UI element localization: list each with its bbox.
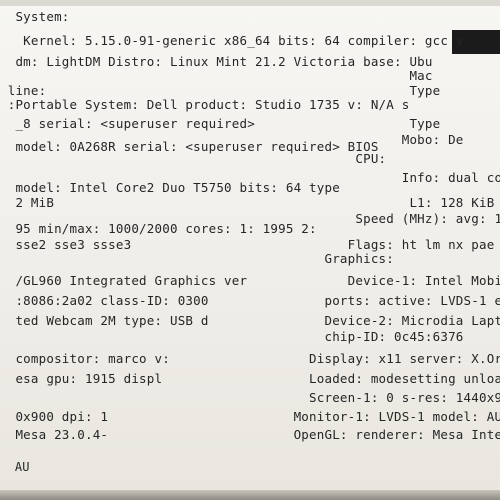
terminal-prompt-line[interactable]: AU xyxy=(0,460,30,474)
terminal-line: :8086:2a02 class-ID: 0300 ports: active:… xyxy=(0,293,500,308)
terminal-line: Mesa 23.0.4- OpenGL: renderer: Mesa Inte… xyxy=(15,427,500,442)
screen-bezel xyxy=(0,490,500,500)
terminal-line: line: Type xyxy=(0,83,441,98)
terminal-line: System: xyxy=(0,9,70,24)
terminal-line: chip-ID: 0c45:6376 xyxy=(0,329,464,344)
terminal-line: model: Intel Core2 Duo T5750 bits: 64 ty… xyxy=(0,180,340,195)
terminal-line: _8 serial: <superuser required> Type xyxy=(0,116,441,131)
terminal-line: ted Webcam 2M type: USB d Device-2: Micr… xyxy=(15,313,500,328)
terminal-line: dm: LightDM Distro: Linux Mint 21.2 Vict… xyxy=(0,54,433,69)
terminal-line: Graphics: xyxy=(0,251,395,266)
terminal-line: Mac xyxy=(0,68,433,83)
terminal-line: compositor: marco v: Display: x11 server… xyxy=(15,351,500,366)
terminal-line: CPU: xyxy=(0,151,387,166)
terminal-window: System: Kernel: 5.15.0-91-generic x86_64… xyxy=(0,0,500,500)
terminal-line: 95 min/max: 1000/2000 cores: 1: 1995 2: xyxy=(0,221,317,236)
terminal-line: :Portable System: Dell product: Studio 1… xyxy=(0,97,410,112)
terminal-line: /GL960 Integrated Graphics ver Device-1:… xyxy=(0,273,500,288)
terminal-line: Kernel: 5.15.0-91-generic x86_64 bits: 6… xyxy=(0,33,464,48)
terminal-line: Screen-1: 0 s-res: 1440x900 s-dpi: 96 xyxy=(309,390,500,405)
terminal-line: sse2 sse3 ssse3 Flags: ht lm nx pae ss xyxy=(0,237,500,252)
terminal-line: 2 MiB L1: 128 KiB L xyxy=(0,195,500,210)
terminal-line: 0x900 dpi: 1 Monitor-1: LVDS-1 model: AU… xyxy=(15,409,500,424)
window-top-edge xyxy=(0,0,500,6)
terminal-line: esa gpu: 1915 displ Loaded: modesetting … xyxy=(15,371,500,386)
